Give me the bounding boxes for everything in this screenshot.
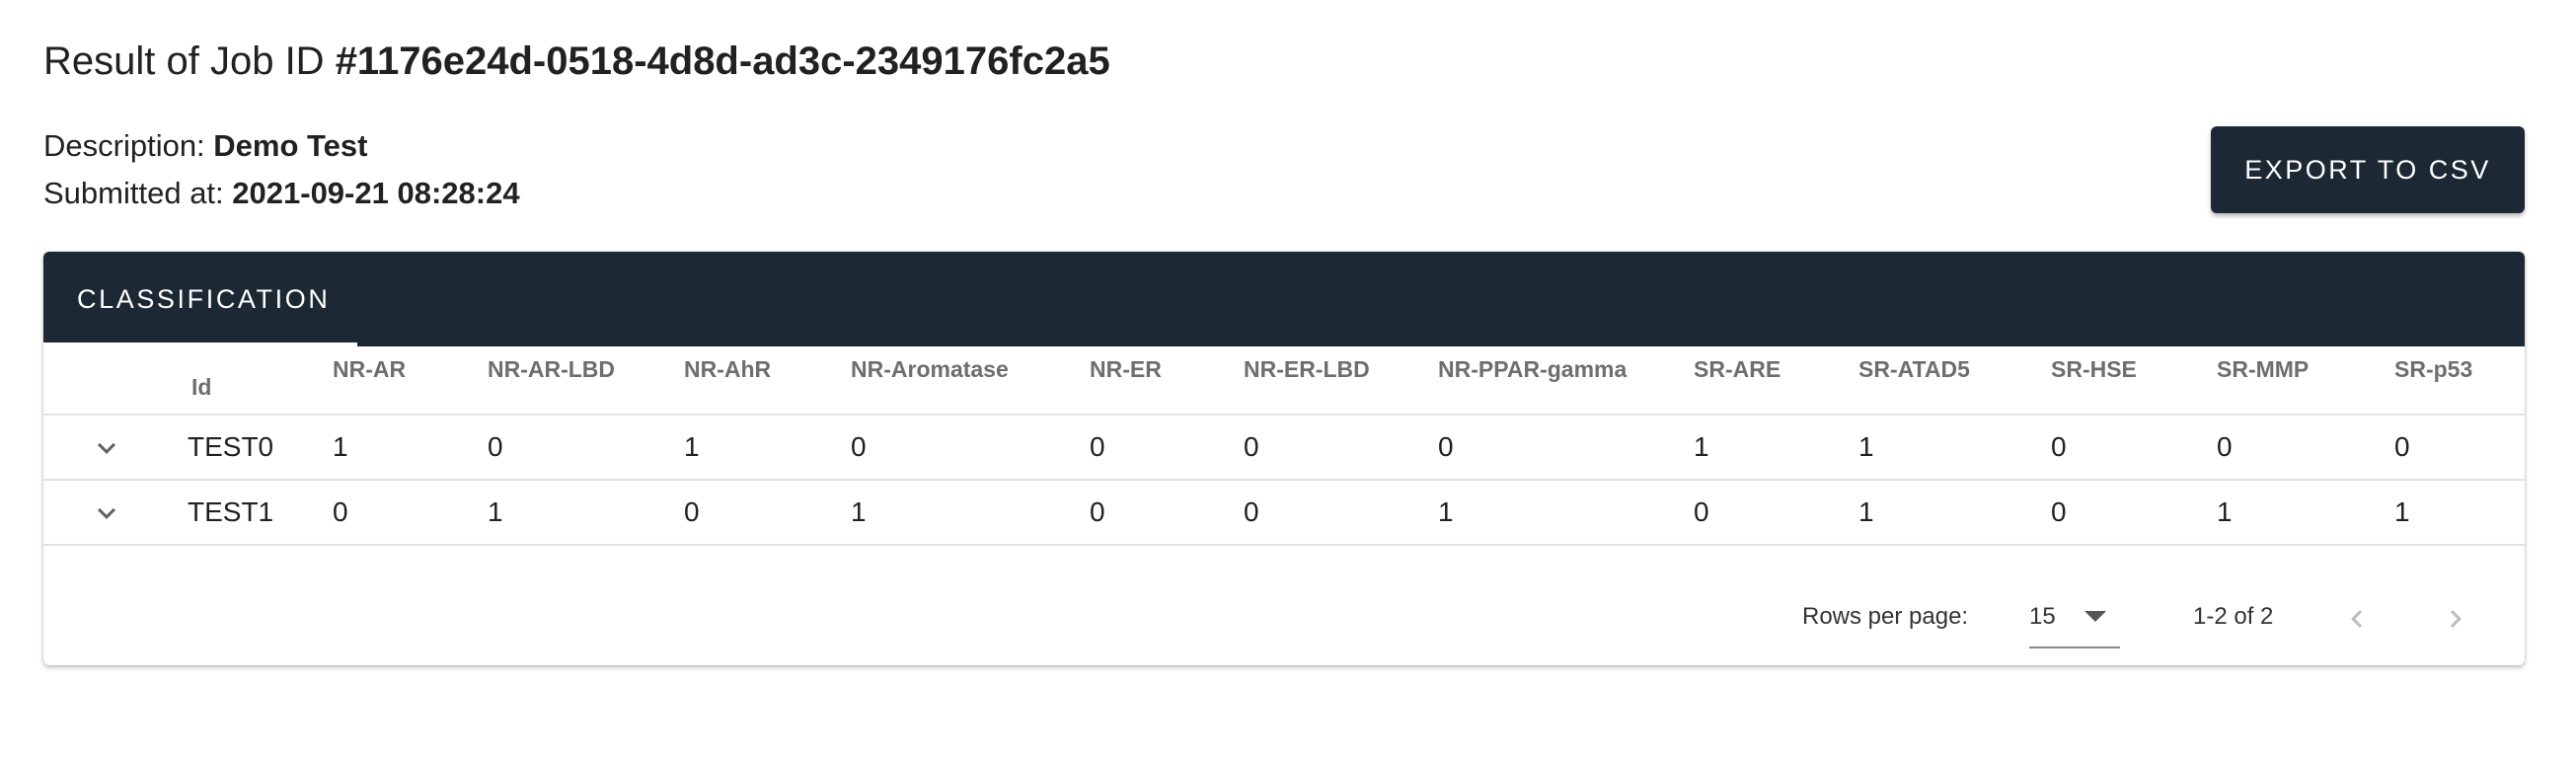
description-value: Demo Test [213, 128, 368, 163]
column-header: SR-p53 [2394, 356, 2473, 382]
description-line: Description: Demo Test [43, 122, 520, 170]
rows-per-page-value: 15 [2029, 603, 2056, 630]
table-cell: 0 [1090, 496, 1105, 527]
table-cell: 0 [2051, 431, 2067, 462]
column-header: NR-AR [333, 356, 407, 382]
column-header: SR-HSE [2051, 356, 2137, 382]
table-cell: 0 [1438, 431, 1454, 462]
rows-per-page-label: Rows per page: [1802, 603, 1969, 630]
submitted-value: 2021-09-21 08:28:24 [232, 176, 520, 210]
column-header-id: Id [191, 374, 212, 400]
column-header: NR-AhR [684, 356, 772, 382]
column-header: NR-Aromatase [851, 356, 1009, 382]
table-cell: 0 [488, 431, 503, 462]
table-cell: 0 [1090, 431, 1105, 462]
table-cell: 0 [1244, 496, 1259, 527]
job-id: #1176e24d-0518-4d8d-ad3c-2349176fc2a5 [335, 39, 1110, 83]
chevron-down-icon[interactable] [89, 430, 124, 466]
table-header: Id NR-AR NR-AR-LBD NR-AhR NR-Aromatase N… [43, 346, 2525, 416]
arrow-drop-down-icon [2084, 611, 2106, 622]
tab-bar: CLASSIFICATION [43, 252, 2525, 346]
table-cell: 1 [333, 431, 348, 462]
column-header: NR-PPAR-gamma [1438, 356, 1628, 382]
table-cell: 1 [1858, 496, 1874, 527]
table-cell: 0 [333, 496, 348, 527]
pagination-range: 1-2 of 2 [2193, 603, 2274, 630]
tab-classification[interactable]: CLASSIFICATION [43, 252, 357, 346]
tab-classification-label: CLASSIFICATION [77, 283, 331, 314]
table-cell: 0 [851, 431, 867, 462]
table-cell: 1 [488, 496, 503, 527]
table-cell: 0 [2051, 496, 2067, 527]
table-row: TEST1 0 1 0 1 0 0 1 0 1 0 1 1 [43, 481, 2525, 546]
table-cell: 0 [1694, 496, 1709, 527]
table-cell: 1 [2394, 496, 2410, 527]
table-row: TEST0 1 0 1 0 0 0 0 1 1 0 0 0 [43, 416, 2525, 481]
column-header: SR-ARE [1694, 356, 1781, 382]
table-cell: 1 [1438, 496, 1454, 527]
column-header: NR-AR-LBD [488, 356, 616, 382]
column-header: NR-ER [1090, 356, 1162, 382]
page-title: Result of Job ID #1176e24d-0518-4d8d-ad3… [43, 36, 1110, 87]
table-cell: 1 [851, 496, 867, 527]
submitted-line: Submitted at: 2021-09-21 08:28:24 [43, 170, 520, 217]
table-cell: 1 [1694, 431, 1709, 462]
chevron-right-icon[interactable] [2438, 601, 2473, 637]
chevron-left-icon[interactable] [2339, 601, 2375, 637]
row-id: TEST0 [188, 431, 274, 462]
table-cell: 1 [2217, 496, 2233, 527]
table-cell: 1 [684, 431, 700, 462]
rows-per-page-select[interactable]: 15 [2029, 589, 2120, 648]
page-title-prefix: Result of Job ID [43, 39, 336, 83]
results-card: CLASSIFICATION Id NR-AR NR-AR-LBD NR-AhR… [43, 252, 2525, 665]
row-id: TEST1 [188, 496, 274, 527]
chevron-down-icon[interactable] [89, 495, 124, 531]
column-header: NR-ER-LBD [1244, 356, 1370, 382]
submitted-label: Submitted at: [43, 176, 233, 210]
job-meta: Description: Demo Test Submitted at: 202… [43, 122, 520, 217]
table-cell: 1 [1858, 431, 1874, 462]
table-cell: 0 [684, 496, 700, 527]
table-pagination: Rows per page: 15 1-2 of 2 [43, 589, 2525, 665]
table-cell: 0 [2394, 431, 2410, 462]
description-label: Description: [43, 128, 214, 163]
table-cell: 0 [1244, 431, 1259, 462]
export-csv-button[interactable]: EXPORT TO CSV [2211, 126, 2525, 213]
table-cell: 0 [2217, 431, 2233, 462]
column-header: SR-ATAD5 [1858, 356, 1970, 382]
column-header: SR-MMP [2217, 356, 2310, 382]
